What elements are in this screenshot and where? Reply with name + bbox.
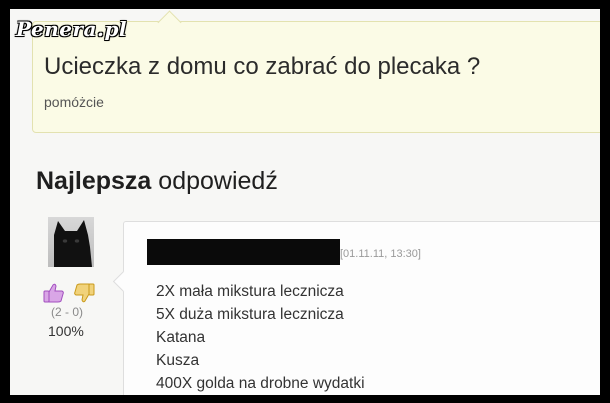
question-details: pomóżcie — [44, 94, 104, 110]
answer-line: Kusza — [156, 352, 200, 369]
answer-line: 5X duża mikstura lecznicza — [156, 306, 344, 323]
answer-line: 2X mała mikstura lecznicza — [156, 283, 344, 300]
redacted-username — [147, 239, 340, 265]
thumb-down-icon[interactable] — [73, 282, 95, 304]
vote-icons — [43, 282, 103, 306]
answer-date: [01.11.11, 13:30] — [340, 248, 421, 260]
site-watermark: Penera.pl — [16, 17, 128, 41]
answer-box: [01.11.11, 13:30] 2X mała mikstura leczn… — [112, 221, 600, 395]
question-title[interactable]: Ucieczka z domu co zabrać do plecaka ? — [44, 53, 480, 81]
answer-line: Katana — [156, 329, 206, 346]
thumb-up-icon[interactable] — [43, 282, 65, 304]
answer-pointer — [112, 270, 135, 293]
vote-count: (2 - 0) — [51, 305, 84, 319]
vote-percent: 100% — [48, 323, 84, 339]
question-pointer — [157, 10, 182, 35]
best-answer-heading-rest: odpowiedź — [151, 167, 278, 195]
best-answer-heading-bold: Najlepsza — [36, 167, 152, 195]
cat-silhouette-icon — [54, 220, 92, 267]
screenshot-frame: Penera.pl Ucieczka z domu co zabrać do p… — [10, 9, 600, 395]
answer-lines: 2X mała mikstura lecznicza 5X duża mikst… — [156, 280, 365, 395]
answer-line: 400X golda na drobne wydatki — [156, 375, 365, 392]
black-cat-avatar-icon[interactable] — [48, 217, 94, 267]
best-answer-heading: Najlepsza odpowiedź — [36, 167, 278, 196]
